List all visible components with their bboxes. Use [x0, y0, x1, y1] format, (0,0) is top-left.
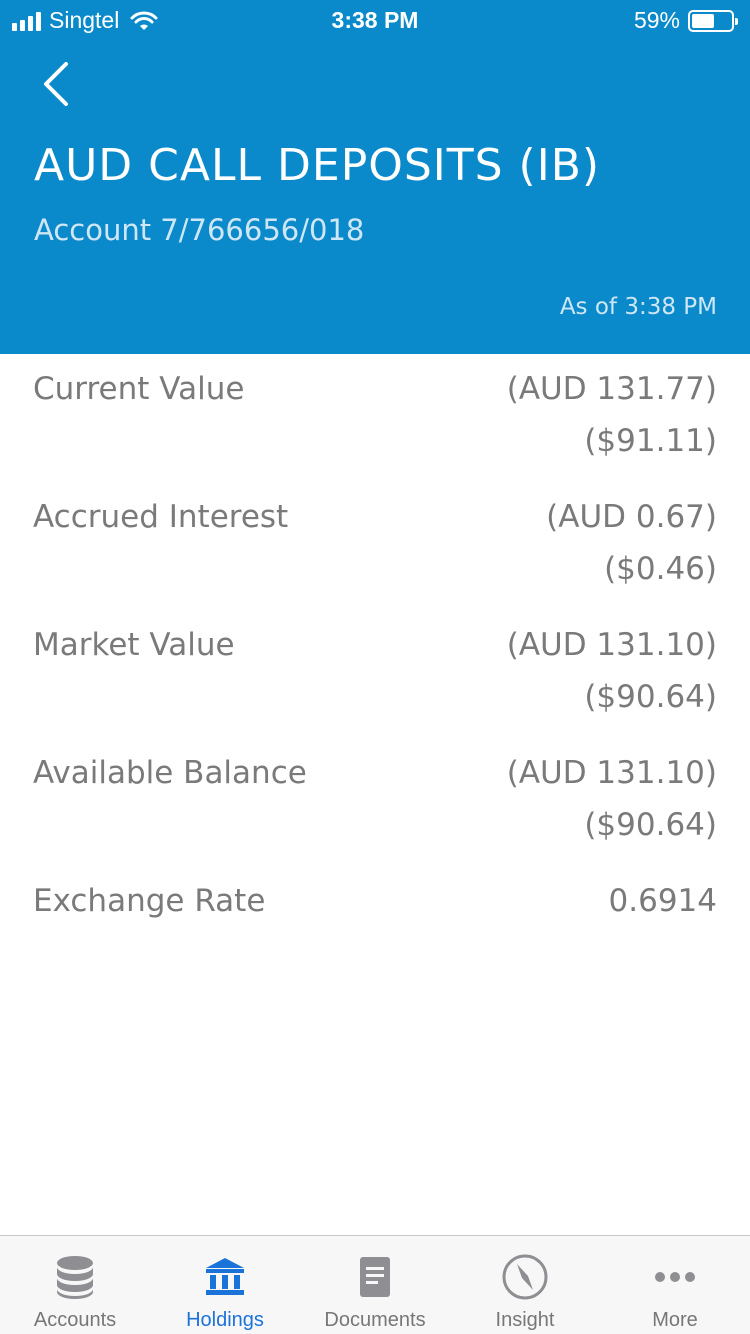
tab-documents[interactable]: Documents — [300, 1236, 450, 1334]
compass-icon — [502, 1254, 548, 1300]
detail-label: Current Value — [33, 371, 245, 407]
detail-row-current-value: Current Value (AUD 131.77) ($91.11) — [0, 354, 750, 482]
detail-value-usd: ($91.11) — [584, 423, 717, 459]
account-number: Account 7/766656/018 — [34, 213, 365, 247]
detail-row-market-value: Market Value (AUD 131.10) ($90.64) — [0, 610, 750, 738]
detail-label: Exchange Rate — [33, 883, 266, 919]
document-icon — [360, 1257, 390, 1297]
battery-icon — [688, 9, 738, 32]
tab-label: Insight — [495, 1309, 555, 1331]
battery-fill — [692, 13, 714, 28]
detail-value: (AUD 0.67) — [546, 499, 717, 535]
battery-cap — [735, 17, 738, 25]
status-right: 59% — [633, 7, 738, 34]
tab-holdings[interactable]: Holdings — [150, 1236, 300, 1334]
bank-icon — [206, 1258, 244, 1295]
tab-label: Documents — [324, 1309, 426, 1331]
detail-value: 0.6914 — [608, 883, 717, 919]
tab-insight[interactable]: Insight — [450, 1236, 600, 1334]
as-of-timestamp: As of 3:38 PM — [559, 294, 717, 320]
tab-label: Holdings — [186, 1309, 264, 1331]
battery-percent: 59% — [633, 7, 680, 33]
detail-label: Market Value — [33, 627, 235, 663]
detail-label: Accrued Interest — [33, 499, 289, 535]
page-title: AUD CALL DEPOSITS (IB) — [34, 140, 601, 191]
header: Singtel 3:38 PM 59% AUD CALL DEPOSITS (I… — [0, 0, 750, 354]
chevron-left-icon — [44, 62, 68, 106]
tab-more[interactable]: More — [600, 1236, 750, 1334]
detail-value-usd: ($90.64) — [584, 807, 717, 843]
holding-details: Current Value (AUD 131.77) ($91.11) Accr… — [0, 354, 750, 994]
detail-row-exchange-rate: Exchange Rate 0.6914 — [0, 866, 750, 994]
tab-bar: Accounts Holdings Documents Insight More — [0, 1235, 750, 1334]
detail-value: (AUD 131.10) — [506, 755, 717, 791]
detail-value: (AUD 131.77) — [506, 371, 717, 407]
detail-value-usd: ($90.64) — [584, 679, 717, 715]
tab-label: More — [652, 1309, 698, 1331]
detail-value-usd: ($0.46) — [604, 551, 717, 587]
detail-row-accrued-interest: Accrued Interest (AUD 0.67) ($0.46) — [0, 482, 750, 610]
database-icon — [57, 1256, 93, 1299]
detail-value: (AUD 131.10) — [506, 627, 717, 663]
detail-row-available-balance: Available Balance (AUD 131.10) ($90.64) — [0, 738, 750, 866]
detail-label: Available Balance — [33, 755, 307, 791]
status-bar: Singtel 3:38 PM 59% — [0, 0, 750, 40]
tab-label: Accounts — [33, 1309, 117, 1331]
back-button[interactable] — [36, 58, 80, 110]
tab-accounts[interactable]: Accounts — [0, 1236, 150, 1334]
more-dots-icon — [655, 1272, 695, 1282]
